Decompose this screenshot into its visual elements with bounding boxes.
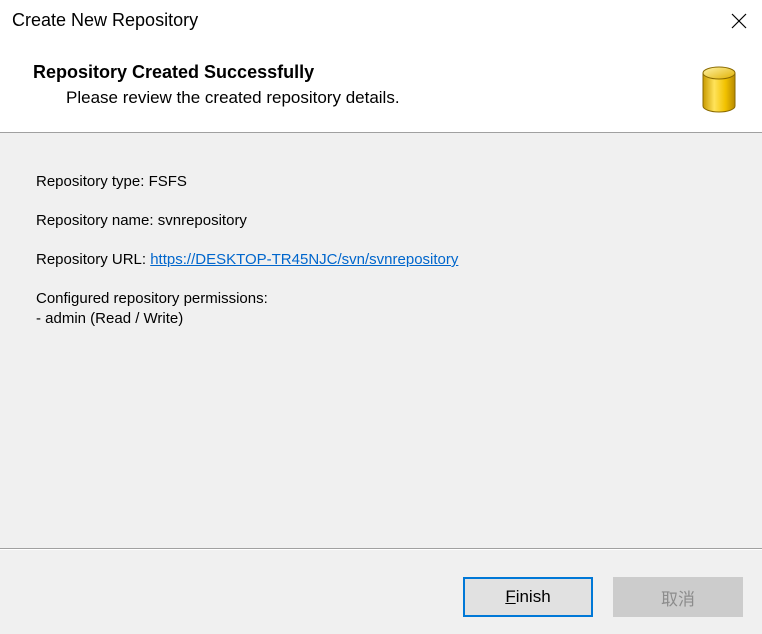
repository-name-value: svnrepository bbox=[157, 212, 247, 229]
header-title: Repository Created Successfully bbox=[33, 62, 315, 82]
repository-url-row: Repository URL: https://DESKTOP-TR45NJC/… bbox=[36, 250, 458, 270]
repository-url-label: Repository URL: bbox=[36, 251, 151, 268]
repository-url-link[interactable]: https://DESKTOP-TR45NJC/svn/svnrepositor… bbox=[150, 251, 458, 268]
cancel-button[interactable]: 取消 bbox=[613, 577, 743, 617]
finish-button-label: Finish bbox=[505, 587, 551, 606]
repository-type-row: Repository type: FSFS bbox=[36, 172, 187, 192]
wizard-header: Repository Created Successfully Please r… bbox=[0, 42, 762, 132]
close-button[interactable] bbox=[716, 0, 762, 42]
create-repository-dialog: Create New Repository Repository Created… bbox=[0, 0, 762, 634]
repository-name-row: Repository name: svnrepository bbox=[36, 211, 247, 231]
repository-type-value: FSFS bbox=[148, 173, 187, 190]
title-bar: Create New Repository bbox=[0, 0, 762, 42]
database-icon bbox=[702, 66, 736, 113]
header-divider bbox=[0, 132, 762, 133]
permissions-title: Configured repository permissions: bbox=[36, 290, 268, 307]
finish-button[interactable]: Finish bbox=[463, 577, 593, 617]
close-icon bbox=[731, 13, 747, 29]
window-title: Create New Repository bbox=[12, 10, 199, 30]
permission-item: - admin (Read / Write) bbox=[36, 310, 184, 327]
cancel-button-label: 取消 bbox=[661, 589, 695, 609]
header-subtitle: Please review the created repository det… bbox=[66, 88, 400, 107]
repository-type-label: Repository type: bbox=[36, 173, 149, 190]
repository-name-label: Repository name: bbox=[36, 212, 158, 229]
